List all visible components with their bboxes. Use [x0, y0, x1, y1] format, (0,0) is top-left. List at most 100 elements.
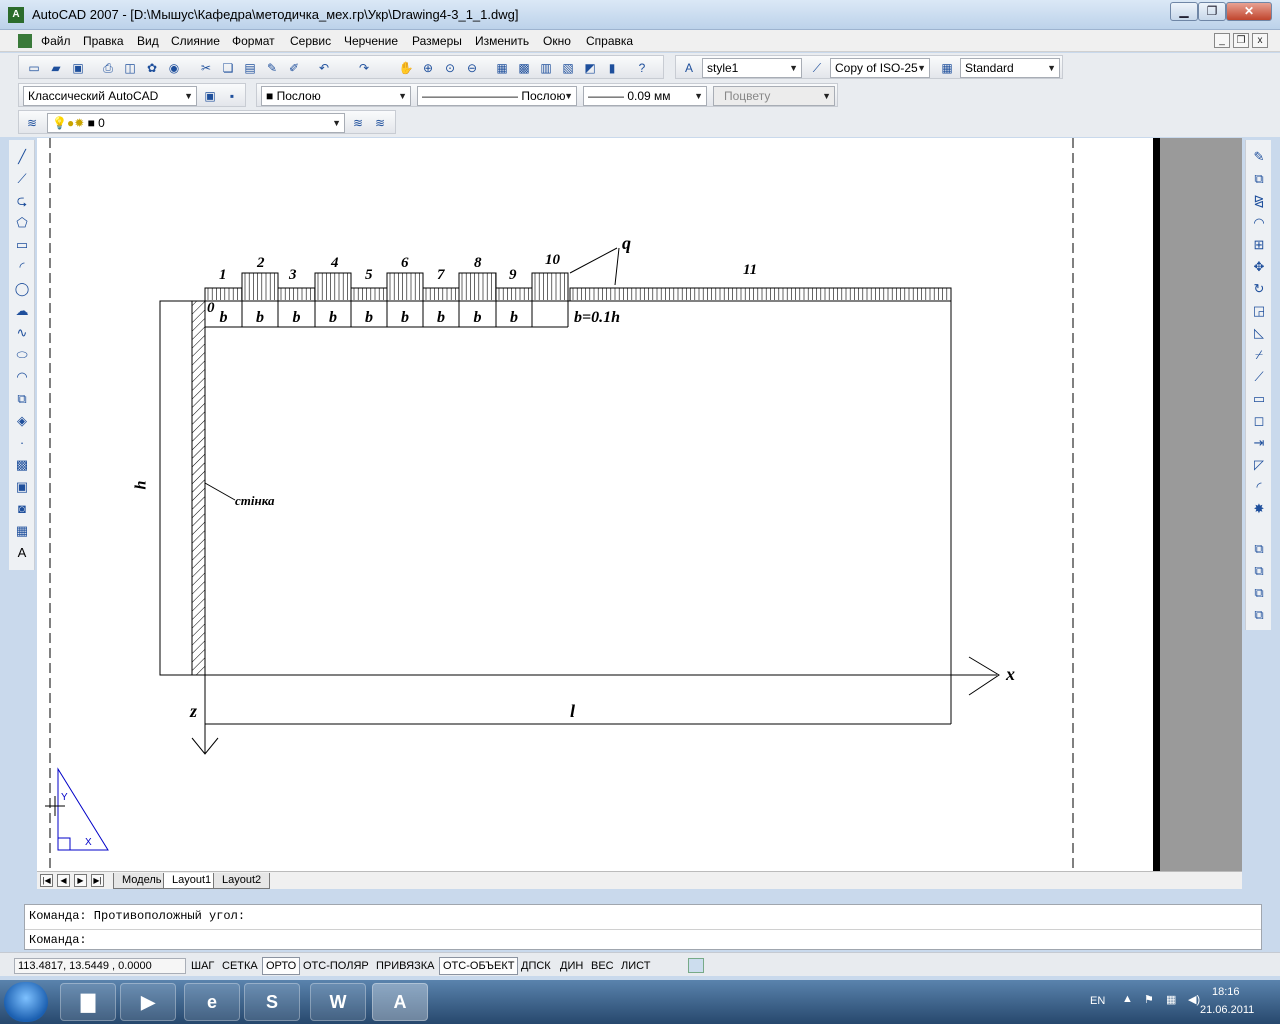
drawing-canvas[interactable]: 1 2 3 4 5 6 7 8 9 10 11 b b b b b b b b b 0 b=0.1h q h сті…	[37, 138, 1242, 871]
skype-icon[interactable]: S	[244, 983, 300, 1021]
minimize-button[interactable]: ▁	[1170, 2, 1198, 21]
start-button[interactable]	[4, 982, 48, 1022]
sheet-set-icon[interactable]: ▧	[559, 59, 577, 77]
status-toggle[interactable]: ЛИСТ	[617, 957, 654, 975]
menu-modify[interactable]: Изменить	[475, 34, 529, 48]
layer-manager-icon[interactable]: ≋	[23, 114, 41, 132]
menu-draw[interactable]: Черчение	[344, 34, 398, 48]
mdi-minimize-button[interactable]: _	[1214, 33, 1230, 48]
menu-dimension[interactable]: Размеры	[412, 34, 462, 48]
erase-icon[interactable]: ✎	[1250, 148, 1268, 166]
status-toggle[interactable]: ОРТО	[262, 957, 301, 975]
rotate-icon[interactable]: ↻	[1250, 280, 1268, 298]
next-tab-icon[interactable]: ▶	[74, 874, 87, 887]
stretch-icon[interactable]: ◺	[1250, 324, 1268, 342]
status-toggle[interactable]: ОТС-ОБЪЕКТ	[439, 957, 519, 975]
preview-icon[interactable]: ◫	[121, 59, 139, 77]
move-icon[interactable]: ✥	[1250, 258, 1268, 276]
action-center-icon[interactable]: ⚑	[1144, 993, 1154, 1006]
clock-time[interactable]: 18:16	[1212, 986, 1240, 998]
command-window[interactable]: Команда: Противоположный угол: Команда:	[24, 904, 1262, 950]
paste-icon[interactable]: ▤	[241, 59, 259, 77]
clock-date[interactable]: 21.06.2011	[1200, 1004, 1254, 1016]
revision-cloud-icon[interactable]: ☁	[13, 302, 31, 320]
draw-order-front-icon[interactable]: ⧉	[1250, 540, 1268, 558]
gradient-icon[interactable]: ▣	[13, 478, 31, 496]
tab-model[interactable]: Модель	[113, 873, 171, 889]
3d-dwf-icon[interactable]: ◉	[165, 59, 183, 77]
fillet-icon[interactable]: ◜	[1250, 478, 1268, 496]
text-style-icon[interactable]: A	[680, 59, 698, 77]
ellipse-arc-icon[interactable]: ◠	[13, 368, 31, 386]
redo-icon[interactable]: ↷	[355, 59, 373, 77]
workspace-save-icon[interactable]: ▪	[223, 87, 241, 105]
scale-icon[interactable]: ◲	[1250, 302, 1268, 320]
status-toggle[interactable]: ДИН	[556, 957, 587, 975]
block-editor-icon[interactable]: ✐	[285, 59, 303, 77]
break-at-point-icon[interactable]: ▭	[1250, 390, 1268, 408]
menu-format[interactable]: Формат	[232, 34, 275, 48]
zoom-previous-icon[interactable]: ⊖	[463, 59, 481, 77]
menu-file[interactable]: Файл	[41, 34, 71, 48]
cut-icon[interactable]: ✂	[197, 59, 215, 77]
lineweight-select[interactable]: ——— 0.09 мм ▼	[583, 86, 707, 106]
menu-window[interactable]: Окно	[543, 34, 571, 48]
join-icon[interactable]: ⇥	[1250, 434, 1268, 452]
arc-icon[interactable]: ◜	[13, 258, 31, 276]
status-toggle[interactable]: СЕТКА	[218, 957, 262, 975]
autocad-icon[interactable]: A	[8, 7, 24, 23]
break-icon[interactable]: ◻	[1250, 412, 1268, 430]
explode-icon[interactable]: ✸	[1250, 500, 1268, 518]
tool-palettes-icon[interactable]: ▥	[537, 59, 555, 77]
help-icon[interactable]: ?	[633, 59, 651, 77]
circle-icon[interactable]: ◯	[13, 280, 31, 298]
last-tab-icon[interactable]: ▶|	[91, 874, 104, 887]
line-icon[interactable]: ╱	[13, 148, 31, 166]
calculator-icon[interactable]: ▮	[603, 59, 621, 77]
point-icon[interactable]: ·	[13, 434, 31, 452]
polyline-icon[interactable]: ⮎	[13, 192, 31, 210]
spline-icon[interactable]: ∿	[13, 324, 31, 342]
offset-icon[interactable]: ◠	[1250, 214, 1268, 232]
trim-icon[interactable]: ⌿	[1250, 346, 1268, 364]
tab-layout2[interactable]: Layout2	[213, 873, 271, 889]
status-toggle[interactable]: ПРИВЯЗКА	[372, 957, 438, 975]
menu-tools[interactable]: Сервис	[290, 34, 331, 48]
open-icon[interactable]: ▰	[47, 59, 65, 77]
design-center-icon[interactable]: ▩	[515, 59, 533, 77]
maximize-button[interactable]: ❐	[1198, 2, 1226, 21]
copy-icon[interactable]: ❏	[219, 59, 237, 77]
tray-arrow-icon[interactable]: ▲	[1122, 993, 1133, 1005]
status-toggle[interactable]: ДПСК	[517, 957, 555, 975]
zoom-realtime-icon[interactable]: ⊕	[419, 59, 437, 77]
layer-select[interactable]: 💡●✹ ■ 0 ▼	[47, 113, 345, 133]
chamfer-icon[interactable]: ◸	[1250, 456, 1268, 474]
coordinates-display[interactable]: 113.4817, 13.5449 , 0.0000	[14, 958, 186, 974]
mirror-icon[interactable]: ⧎	[1250, 192, 1268, 210]
construction-line-icon[interactable]: ⟋	[13, 170, 31, 188]
new-icon[interactable]: ▭	[25, 59, 43, 77]
make-layer-current-icon[interactable]: ≋	[349, 114, 367, 132]
extend-icon[interactable]: ⟋	[1250, 368, 1268, 386]
first-tab-icon[interactable]: |◀	[40, 874, 53, 887]
close-button[interactable]: ✕	[1226, 2, 1272, 21]
table-style-select[interactable]: Standard ▼	[960, 58, 1060, 78]
make-block-icon[interactable]: ◈	[13, 412, 31, 430]
status-toggle[interactable]: ОТС-ПОЛЯР	[299, 957, 373, 975]
table-icon[interactable]: ▦	[13, 522, 31, 540]
markup-icon[interactable]: ◩	[581, 59, 599, 77]
color-select[interactable]: ■ Послою ▼	[261, 86, 411, 106]
multiline-text-icon[interactable]: A	[13, 544, 31, 562]
menu-help[interactable]: Справка	[586, 34, 633, 48]
copy-object-icon[interactable]: ⧉	[1250, 170, 1268, 188]
prev-tab-icon[interactable]: ◀	[57, 874, 70, 887]
draw-order-above-icon[interactable]: ⧉	[1250, 584, 1268, 602]
document-icon[interactable]	[18, 34, 32, 48]
linetype-select[interactable]: ———————— Послою ▼	[417, 86, 577, 106]
ellipse-icon[interactable]: ⬭	[13, 346, 31, 364]
draw-order-under-icon[interactable]: ⧉	[1250, 606, 1268, 624]
tab-layout1[interactable]: Layout1	[163, 873, 221, 889]
pan-icon[interactable]: ✋	[397, 59, 415, 77]
layer-previous-icon[interactable]: ≋	[371, 114, 389, 132]
volume-icon[interactable]: ◀)	[1188, 993, 1200, 1006]
